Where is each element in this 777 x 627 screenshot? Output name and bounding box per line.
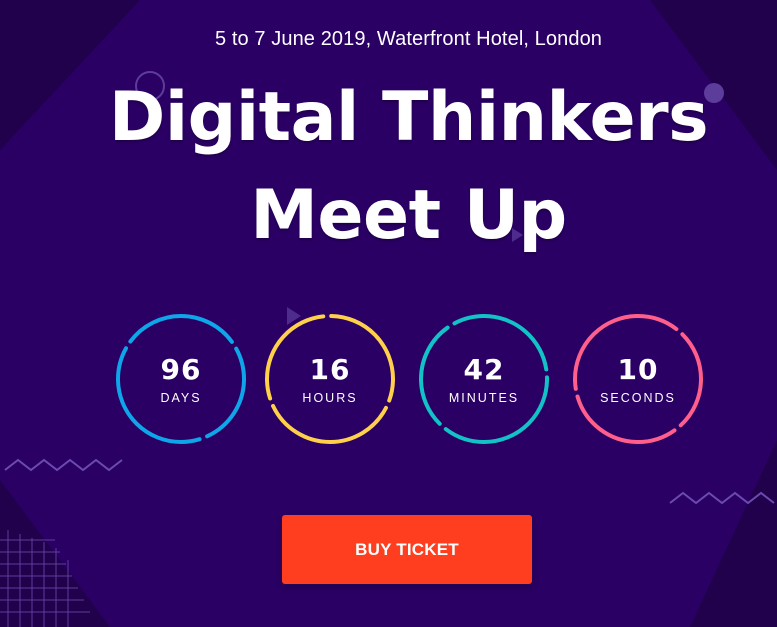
countdown-minutes-value: 42 [463, 353, 505, 386]
countdown-hours: 16 HOURS [264, 313, 396, 445]
corner-shape-bottom-left [0, 480, 110, 627]
buy-ticket-button[interactable]: BUY TICKET [282, 515, 532, 584]
countdown-minutes: 42 MINUTES [418, 313, 550, 445]
countdown-days-value: 96 [160, 353, 202, 386]
countdown-days: 96 DAYS [115, 313, 247, 445]
countdown-minutes-label: MINUTES [448, 391, 520, 405]
countdown-days-label: DAYS [160, 391, 202, 405]
event-title-line-1: Digital Thinkers [108, 78, 709, 157]
event-title-line-2: Meet Up [250, 176, 567, 255]
countdown-hours-value: 16 [309, 353, 351, 386]
countdown-seconds: 10 SECONDS [572, 313, 704, 445]
countdown-seconds-value: 10 [617, 353, 659, 386]
hero-section: 5 to 7 June 2019, Waterfront Hotel, Lond… [0, 0, 777, 627]
countdown-hours-label: HOURS [302, 391, 358, 405]
corner-shape-bottom-right [690, 440, 777, 627]
zigzag-line-icon [4, 458, 123, 472]
event-subtitle: 5 to 7 June 2019, Waterfront Hotel, Lond… [214, 28, 603, 50]
countdown-seconds-label: SECONDS [600, 391, 676, 405]
